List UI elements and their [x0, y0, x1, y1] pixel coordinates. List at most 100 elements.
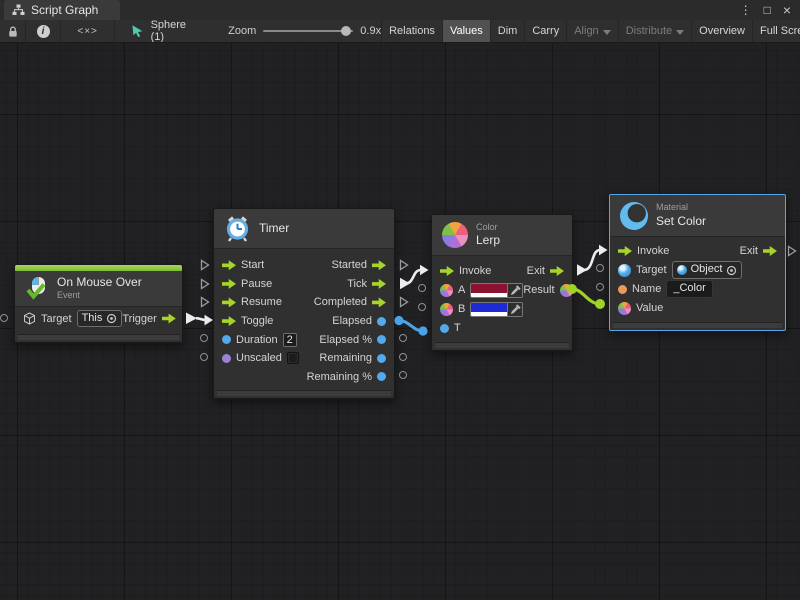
align-dropdown[interactable]: Align	[566, 20, 617, 42]
dim-button[interactable]: Dim	[490, 20, 525, 42]
value-port-icon	[377, 372, 386, 381]
value-port-icon	[222, 354, 231, 363]
port-result[interactable]: Result	[523, 284, 572, 297]
info-icon: i	[37, 25, 50, 38]
flow-arrow-icon	[222, 297, 236, 307]
port-target[interactable]: Target This	[23, 310, 122, 327]
zoom-value: 0.9x	[360, 25, 381, 37]
target-object-chip[interactable]: Object	[672, 261, 743, 278]
port-invoke[interactable]: Invoke	[618, 245, 669, 257]
port-remaining[interactable]: Remaining	[319, 352, 386, 364]
port-unscaled[interactable]: Unscaled	[222, 352, 299, 364]
port-duration-outer[interactable]	[200, 334, 208, 342]
port-elapsed-pct[interactable]: Elapsed %	[319, 334, 386, 346]
eyedropper-icon[interactable]	[507, 303, 522, 316]
node-category: Color	[476, 222, 500, 234]
port-b[interactable]: B	[440, 302, 523, 317]
port-exit[interactable]: Exit	[740, 245, 777, 257]
port-elapsed-pct-outer[interactable]	[399, 334, 407, 342]
port-duration[interactable]: Duration2	[222, 333, 297, 347]
menu-icon[interactable]: ⋮	[740, 4, 752, 16]
port-remaining-pct-outer[interactable]	[399, 371, 407, 379]
port-completed-outer[interactable]	[399, 295, 409, 313]
node-header[interactable]: Color Lerp	[432, 215, 572, 256]
code-icon: <×>	[77, 26, 98, 37]
port-resume[interactable]: Resume	[222, 296, 282, 308]
object-picker-icon[interactable]	[106, 313, 117, 324]
port-start-outer[interactable]	[200, 258, 210, 276]
port-started-outer[interactable]	[399, 258, 409, 276]
port-start[interactable]: Start	[222, 259, 264, 271]
mouse-over-icon	[25, 276, 49, 301]
flow-arrow-icon	[440, 266, 454, 276]
port-exit[interactable]: Exit	[527, 265, 564, 277]
tab-script-graph[interactable]: Script Graph	[4, 0, 120, 20]
node-title: Lerp	[476, 233, 500, 248]
duration-input[interactable]: 2	[283, 333, 297, 347]
node-header[interactable]: Material Set Color	[610, 195, 785, 237]
info-button[interactable]: i	[26, 20, 61, 42]
color-wheel-icon	[442, 222, 468, 248]
flow-arrow-icon	[550, 266, 564, 276]
carry-button[interactable]: Carry	[524, 20, 566, 42]
port-exit-outer[interactable]	[787, 244, 797, 262]
distribute-dropdown[interactable]: Distribute	[618, 20, 691, 42]
port-resume-outer[interactable]	[200, 295, 210, 313]
node-header[interactable]: Timer	[214, 209, 394, 249]
port-started[interactable]: Started	[332, 259, 386, 271]
lock-button[interactable]	[0, 20, 26, 42]
node-category: Material	[656, 202, 706, 214]
title-bar: Script Graph ⋮ □ ×	[0, 0, 800, 20]
color-a-field[interactable]	[470, 283, 523, 298]
port-unscaled-outer[interactable]	[200, 353, 208, 361]
zoom-slider-handle[interactable]	[341, 26, 351, 36]
unscaled-checkbox[interactable]	[287, 352, 299, 364]
zoom-slider[interactable]	[263, 30, 353, 32]
fullscreen-button[interactable]: Full Scre	[752, 20, 800, 42]
port-pause-outer[interactable]	[200, 277, 210, 295]
value-port-icon	[377, 335, 386, 344]
port-b-outer[interactable]	[418, 303, 426, 311]
port-elapsed[interactable]: Elapsed	[332, 315, 386, 327]
toolbar-toggles: Relations Values Dim Carry Align Distrib…	[381, 20, 800, 42]
port-target[interactable]: Target Object	[618, 261, 742, 278]
close-icon[interactable]: ×	[783, 3, 791, 17]
code-preview-button[interactable]: <×>	[61, 20, 115, 42]
flow-arrow-icon	[372, 297, 386, 307]
port-t[interactable]: T	[440, 322, 461, 334]
port-value[interactable]: Value	[618, 302, 663, 315]
port-name-outer[interactable]	[596, 283, 604, 291]
port-target-outer[interactable]	[596, 264, 604, 272]
overview-button[interactable]: Overview	[691, 20, 752, 42]
port-remaining-outer[interactable]	[399, 353, 407, 361]
graph-pointer-icon	[131, 24, 144, 38]
relations-button[interactable]: Relations	[381, 20, 442, 42]
node-footer	[217, 390, 391, 396]
port-a-outer[interactable]	[418, 284, 426, 292]
node-set-color[interactable]: Material Set Color Invoke Exit Target Ob…	[609, 194, 786, 331]
maximize-icon[interactable]: □	[764, 4, 771, 16]
node-timer[interactable]: Timer Start Started Pause Tick Resume Co…	[213, 208, 395, 399]
target-value-chip[interactable]: This	[77, 310, 123, 327]
port-name[interactable]: Name _Color	[618, 280, 713, 297]
port-a[interactable]: A	[440, 283, 523, 298]
port-remaining-pct[interactable]: Remaining %	[307, 371, 386, 383]
port-self-target[interactable]	[0, 314, 8, 322]
name-input[interactable]: _Color	[666, 280, 712, 297]
graph-canvas[interactable]: On Mouse Over Event Target This Trigger	[0, 43, 800, 600]
port-tick[interactable]: Tick	[347, 278, 386, 290]
object-picker-icon[interactable]	[726, 265, 737, 276]
port-invoke[interactable]: Invoke	[440, 265, 491, 277]
port-pause[interactable]: Pause	[222, 278, 272, 290]
color-b-field[interactable]	[470, 302, 523, 317]
node-header[interactable]: On Mouse Over Event	[15, 271, 182, 307]
port-completed[interactable]: Completed	[314, 296, 386, 308]
node-color-lerp[interactable]: Color Lerp Invoke Exit A	[431, 214, 573, 351]
node-on-mouse-over[interactable]: On Mouse Over Event Target This Trigger	[14, 264, 183, 343]
eyedropper-icon[interactable]	[507, 284, 522, 297]
port-trigger[interactable]: Trigger	[122, 313, 175, 325]
values-button[interactable]: Values	[442, 20, 490, 42]
value-port-icon	[222, 335, 231, 344]
port-toggle[interactable]: Toggle	[222, 315, 273, 327]
flow-arrow-icon	[222, 316, 236, 326]
